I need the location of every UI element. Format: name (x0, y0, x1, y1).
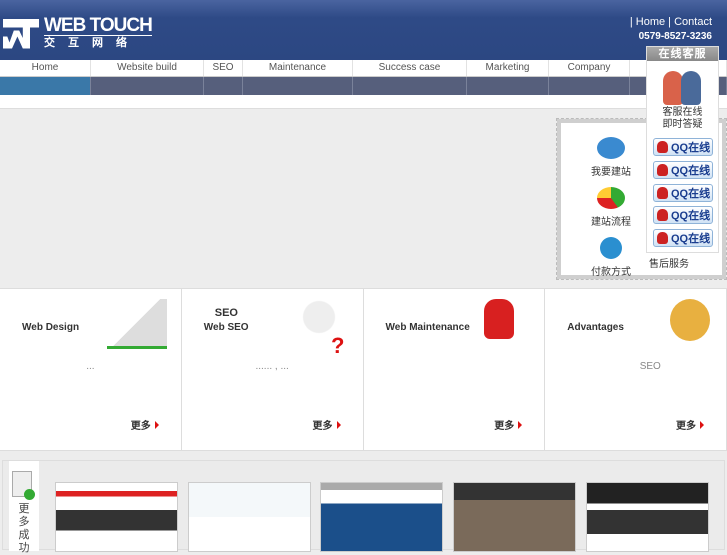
more-link[interactable]: 更多 (131, 417, 159, 432)
nav-maintenance[interactable]: Maintenance (243, 60, 353, 76)
logo[interactable]: WEB TOUCH 交互网络 (3, 15, 153, 50)
logo-text-en: WEB TOUCH (44, 15, 153, 36)
nav-website-build[interactable]: Website build (91, 60, 204, 76)
logo-text-cn: 交互网络 (44, 37, 140, 49)
card-title: Web Maintenance (385, 322, 470, 333)
online-service-widget: 在线客服 客服在线 即时答疑 QQ在线 QQ在线 QQ在线 QQ在线 QQ在线 (646, 46, 719, 253)
more-cases-link[interactable]: 更多成功 (9, 461, 39, 554)
card-advantages: Advantages SEO 更多 (545, 289, 727, 450)
qq-online-button[interactable]: QQ在线 (653, 206, 713, 224)
qq-online-button[interactable]: QQ在线 (653, 229, 713, 247)
main-nav: Home Website build SEO Maintenance Succe… (0, 60, 727, 77)
card-title: Advantages (567, 322, 624, 333)
case-thumbnail[interactable] (586, 482, 709, 552)
support-agents-icon (662, 71, 703, 105)
nav-seo[interactable]: SEO (204, 60, 243, 76)
online-service-title: 在线客服 (647, 47, 718, 61)
card-web-seo: SEO Web SEO ? ...... , ... 更多 (182, 289, 364, 450)
computer-icon (597, 137, 625, 159)
magnifier-question-icon: ? (298, 299, 349, 359)
service-process[interactable]: 建站流程 (581, 187, 641, 228)
palette-icon (670, 299, 710, 341)
qq-penguin-icon (657, 209, 668, 221)
nav-home[interactable]: Home (0, 60, 91, 76)
card-web-design: Web Design ... 更多 (0, 289, 182, 450)
case-thumbnail[interactable] (188, 482, 311, 552)
card-desc: ...... , ... (255, 361, 289, 372)
qq-penguin-icon (657, 232, 668, 244)
add-document-icon (12, 471, 35, 500)
spacer-bar (0, 95, 727, 109)
service-build-site[interactable]: 我要建站 (581, 137, 641, 178)
header: WEB TOUCH 交互网络 | Home | Contact 0579-852… (0, 0, 727, 60)
service-line2: 即时答疑 (662, 119, 703, 130)
top-links[interactable]: | Home | Contact (630, 16, 712, 28)
qq-online-button[interactable]: QQ在线 (653, 161, 713, 179)
nav-success-case[interactable]: Success case (353, 60, 467, 76)
case-thumbnail[interactable] (453, 482, 576, 552)
nav-company[interactable]: Company (549, 60, 630, 76)
card-desc: SEO (639, 361, 661, 372)
more-link[interactable]: 更多 (313, 417, 341, 432)
card-subtitle: SEO (214, 307, 238, 319)
service-label: 售后服务 (649, 259, 689, 270)
logo-mark-icon (3, 18, 39, 49)
nav-marketing[interactable]: Marketing (467, 60, 549, 76)
card-web-maintenance: Web Maintenance 更多 (364, 289, 546, 450)
qq-penguin-icon (657, 141, 668, 153)
service-label: 建站流程 (591, 217, 631, 228)
service-after-sales[interactable]: 售后服务 (639, 255, 699, 270)
qq-online-button[interactable]: QQ在线 (653, 184, 713, 202)
qq-penguin-icon (657, 187, 668, 199)
growth-chart-icon (106, 299, 167, 349)
card-desc: ... (86, 361, 95, 372)
success-cases: 更多成功 (2, 460, 725, 554)
qq-online-button[interactable]: QQ在线 (653, 138, 713, 156)
case-thumbnail[interactable] (320, 482, 443, 552)
more-link[interactable]: 更多 (494, 417, 522, 432)
service-label: 我要建站 (591, 167, 631, 178)
card-title: Web SEO (203, 322, 249, 333)
more-link[interactable]: 更多 (676, 417, 704, 432)
cycle-icon (597, 187, 625, 209)
service-label: 付款方式 (591, 267, 631, 278)
yen-icon (600, 237, 622, 259)
service-line1: 客服在线 (662, 107, 703, 118)
case-thumbnail[interactable] (55, 482, 178, 552)
sub-nav-bar (0, 77, 727, 95)
qq-penguin-icon (657, 164, 668, 176)
chair-icon (484, 299, 515, 339)
more-cases-label: 更多成功 (18, 503, 30, 554)
service-cards: Web Design ... 更多 SEO Web SEO ? ...... ,… (0, 288, 727, 451)
card-title: Web Design (22, 322, 80, 333)
service-payment[interactable]: 付款方式 (581, 237, 641, 278)
phone-number: 0579-8527-3236 (638, 31, 712, 42)
